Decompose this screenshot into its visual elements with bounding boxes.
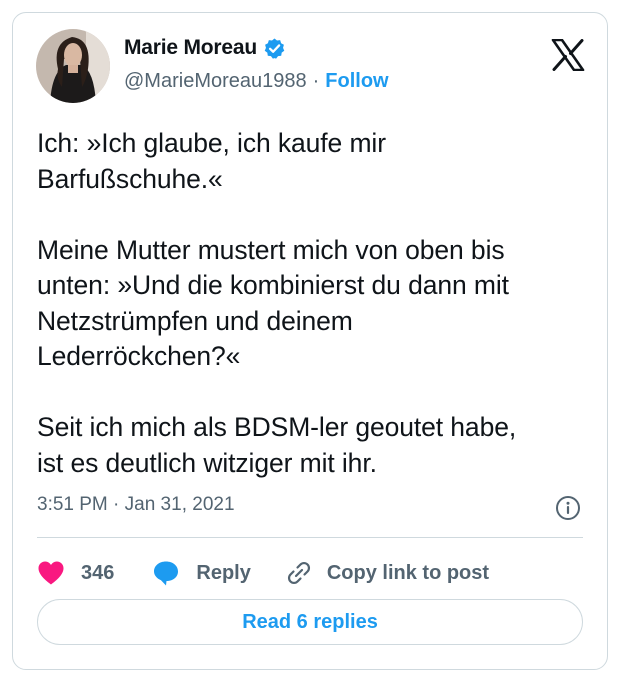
read-replies-button[interactable]: Read 6 replies bbox=[37, 599, 583, 645]
avatar[interactable] bbox=[36, 29, 110, 103]
author-handle[interactable]: @MarieMoreau1988 bbox=[124, 70, 307, 93]
x-logo-icon[interactable] bbox=[551, 38, 585, 72]
info-icon[interactable] bbox=[555, 495, 581, 521]
action-bar: 346 Reply Copy link to post bbox=[37, 555, 489, 591]
reply-label: Reply bbox=[196, 561, 251, 584]
copy-link-button[interactable]: Copy link to post bbox=[285, 559, 489, 587]
author-name-row: Marie Moreau bbox=[124, 36, 286, 60]
copy-link-label: Copy link to post bbox=[326, 561, 490, 584]
author-name[interactable]: Marie Moreau bbox=[124, 36, 257, 60]
tweet-card: Marie Moreau @MarieMoreau1988 · Follow I… bbox=[12, 12, 608, 670]
tweet-timestamp[interactable]: 3:51 PM · Jan 31, 2021 bbox=[37, 494, 235, 516]
follow-button[interactable]: Follow bbox=[325, 70, 388, 93]
reply-bubble-icon bbox=[152, 559, 180, 587]
like-count: 346 bbox=[81, 561, 115, 584]
handle-row: @MarieMoreau1988 · Follow bbox=[124, 70, 389, 93]
divider bbox=[37, 537, 583, 538]
verified-badge-icon bbox=[263, 37, 286, 60]
heart-icon bbox=[37, 560, 65, 586]
link-icon bbox=[285, 559, 313, 587]
reply-button[interactable]: Reply bbox=[152, 559, 251, 587]
like-button[interactable]: 346 bbox=[37, 560, 114, 586]
separator-dot: · bbox=[312, 70, 320, 92]
tweet-text: Ich: »Ich glaube, ich kaufe mir Barfußsc… bbox=[37, 128, 517, 478]
